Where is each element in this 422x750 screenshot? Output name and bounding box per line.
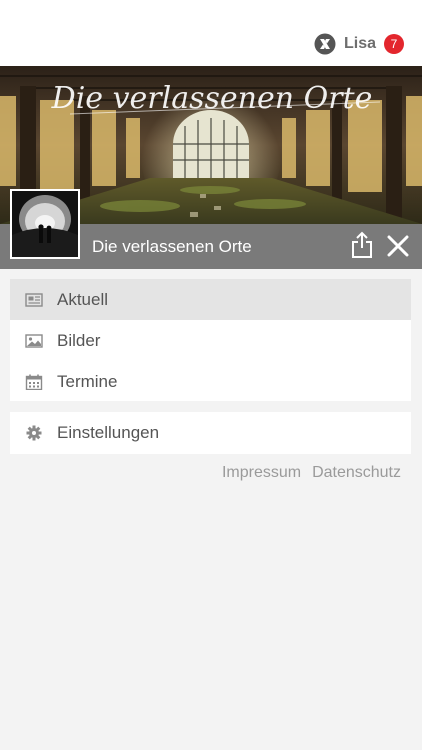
main-menu: Aktuell Bilder Termine [10, 279, 411, 401]
tunnel-image [12, 191, 78, 257]
notification-badge: 7 [384, 34, 404, 54]
banner-title: Die verlassenen Orte [51, 81, 373, 116]
menu-item-bilder[interactable]: Bilder [10, 320, 411, 361]
settings-menu: Einstellungen [10, 412, 411, 454]
menu-item-label: Aktuell [57, 289, 109, 309]
newspaper-icon [25, 292, 43, 307]
group-title: Die verlassenen Orte [92, 237, 252, 256]
menu-item-label: Einstellungen [57, 422, 160, 442]
gear-icon [26, 425, 42, 440]
menu-item-label: Termine [57, 371, 118, 391]
menu-item-label: Bilder [57, 330, 101, 350]
menu-item-termine[interactable]: Termine [10, 361, 411, 402]
top-bar: Lisa 7 [0, 0, 422, 66]
menu-item-einstellungen[interactable]: Einstellungen [10, 412, 411, 453]
datenschutz-link[interactable]: Datenschutz [312, 464, 401, 482]
close-icon[interactable] [386, 234, 410, 258]
app-logo-icon [314, 33, 336, 55]
user-menu[interactable]: Lisa 7 [314, 32, 404, 56]
calendar-icon [25, 374, 43, 390]
user-name: Lisa [343, 35, 376, 52]
share-icon[interactable] [350, 231, 374, 259]
image-icon [25, 333, 43, 348]
group-avatar [10, 189, 80, 259]
footer-links: Impressum Datenschutz [211, 464, 401, 482]
menu-item-aktuell[interactable]: Aktuell [10, 279, 411, 320]
impressum-link[interactable]: Impressum [222, 464, 301, 482]
